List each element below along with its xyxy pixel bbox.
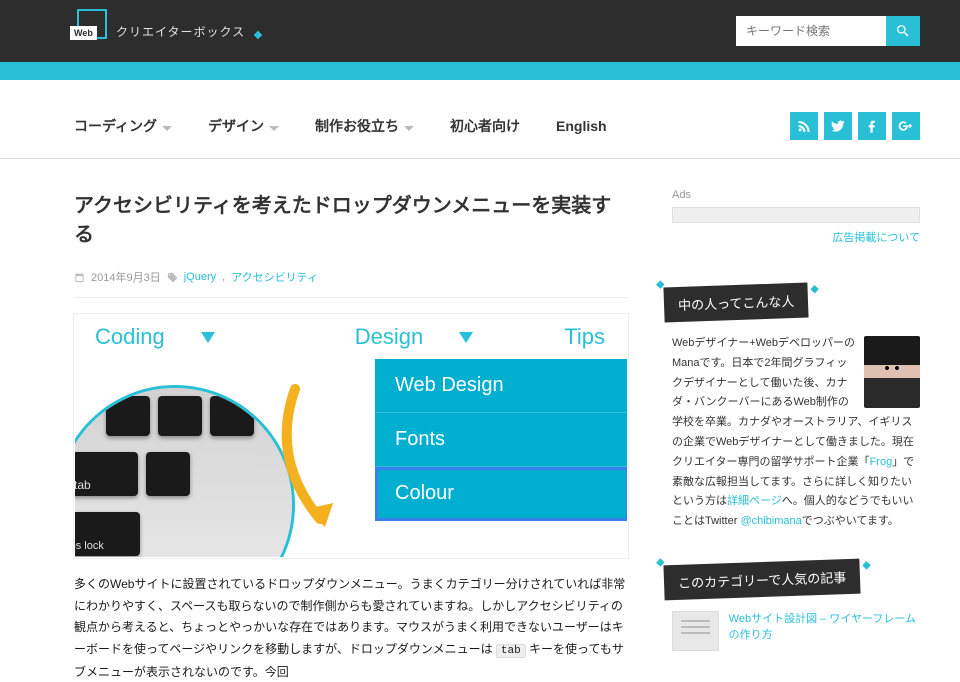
article-hero: Coding Design Tips tab caps lock Web Des… [74, 314, 628, 558]
sidebar: Ads 広告掲載について 中の人ってこんな人 Webデザイナー+Webデベロッパ… [672, 189, 920, 682]
dropdown-item: Web Design [375, 359, 628, 413]
zigzag-divider [0, 62, 960, 86]
frog-link[interactable]: Frog [870, 456, 893, 468]
gplus-link[interactable] [892, 112, 920, 140]
search-icon [895, 23, 911, 39]
dropdown-item-selected: Colour [375, 467, 628, 521]
nav-item-beginner[interactable]: 初心者向け [450, 116, 520, 136]
header: クリエイターボックス [0, 0, 960, 62]
nav-label: 制作お役立ち [315, 116, 399, 136]
rss-link[interactable] [790, 112, 818, 140]
tag-link[interactable]: アクセシビリティ [231, 269, 318, 285]
triangle-down-icon [459, 332, 473, 343]
inline-code: tab [496, 644, 526, 658]
facebook-link[interactable] [858, 112, 886, 140]
ads-about-link[interactable]: 広告掲載について [672, 229, 920, 245]
ads-placeholder [672, 207, 920, 223]
nav-item-tips[interactable]: 制作お役立ち [315, 116, 414, 136]
social-links [790, 112, 920, 140]
avatar [864, 336, 920, 408]
logo-text: クリエイターボックス [116, 23, 245, 40]
search-button[interactable] [886, 16, 920, 46]
nav-label: 初心者向け [450, 116, 520, 136]
hero-menu-coding: Coding [95, 324, 165, 350]
article-date: 2014年9月3日 [91, 269, 161, 285]
article: アクセシビリティを考えたドロップダウンメニューを実装する 2014年9月3日 j… [74, 189, 628, 682]
chevron-down-icon [404, 121, 414, 131]
gplus-icon [898, 118, 914, 134]
rss-icon [796, 118, 812, 134]
nav-item-design[interactable]: デザイン [208, 116, 279, 136]
twitter-icon [830, 118, 846, 134]
tag-link[interactable]: jQuery [184, 271, 216, 283]
hero-dropdown: Web Design Fonts Colour [375, 359, 628, 521]
detail-link[interactable]: 詳細ページ [727, 495, 782, 507]
hero-menu-tips: Tips [564, 324, 605, 350]
article-body: 多くのWebサイトに設置されているドロップダウンメニュー。うまくカテゴリー分けさ… [74, 574, 628, 682]
search-input[interactable] [736, 16, 886, 46]
capslock-key: caps lock [74, 512, 140, 556]
article-meta: 2014年9月3日 jQuery, アクセシビリティ [74, 269, 628, 298]
facebook-icon [864, 118, 880, 134]
diamond-icon [254, 31, 262, 39]
twitter-link[interactable] [824, 112, 852, 140]
about-header: 中の人ってこんな人 [672, 285, 920, 320]
chevron-down-icon [162, 121, 172, 131]
site-logo[interactable]: クリエイターボックス [70, 12, 261, 50]
nav-label: デザイン [208, 116, 264, 136]
arrow-icon [265, 389, 355, 539]
nav-item-english[interactable]: English [556, 116, 607, 136]
ribbon-title: このカテゴリーで人気の記事 [663, 559, 860, 601]
article-title: アクセシビリティを考えたドロップダウンメニューを実装する [74, 189, 628, 247]
nav-item-coding[interactable]: コーディング [74, 116, 172, 136]
profile-text: Webデザイナー+WebデベロッパーのManaです。日本で2年間グラフィックデザ… [672, 334, 920, 532]
profile-segment: でつぶやいてます。 [802, 515, 899, 527]
keyboard-image: tab caps lock [74, 385, 295, 558]
triangle-down-icon [201, 332, 215, 343]
search-form [736, 16, 920, 46]
nav-label: コーディング [74, 116, 157, 136]
tag-icon [167, 272, 178, 283]
ribbon-title: 中の人ってこんな人 [663, 282, 808, 322]
popular-item[interactable]: Webサイト設計図 – ワイヤーフレームの作り方 [672, 611, 920, 651]
main-nav: コーディング デザイン 制作お役立ち 初心者向け English [0, 86, 960, 159]
popular-link[interactable]: Webサイト設計図 – ワイヤーフレームの作り方 [729, 611, 920, 651]
popular-header: このカテゴリーで人気の記事 [672, 562, 920, 597]
ads-label: Ads [672, 189, 920, 201]
chevron-down-icon [269, 121, 279, 131]
nav-label: English [556, 118, 607, 134]
twitter-handle-link[interactable]: @chibimana [740, 515, 801, 527]
calendar-icon [74, 272, 85, 283]
logo-icon [70, 12, 108, 50]
tab-key: tab [74, 452, 138, 496]
dropdown-item: Fonts [375, 413, 628, 467]
hero-menu-design: Design [355, 324, 423, 350]
popular-thumb [672, 611, 719, 651]
